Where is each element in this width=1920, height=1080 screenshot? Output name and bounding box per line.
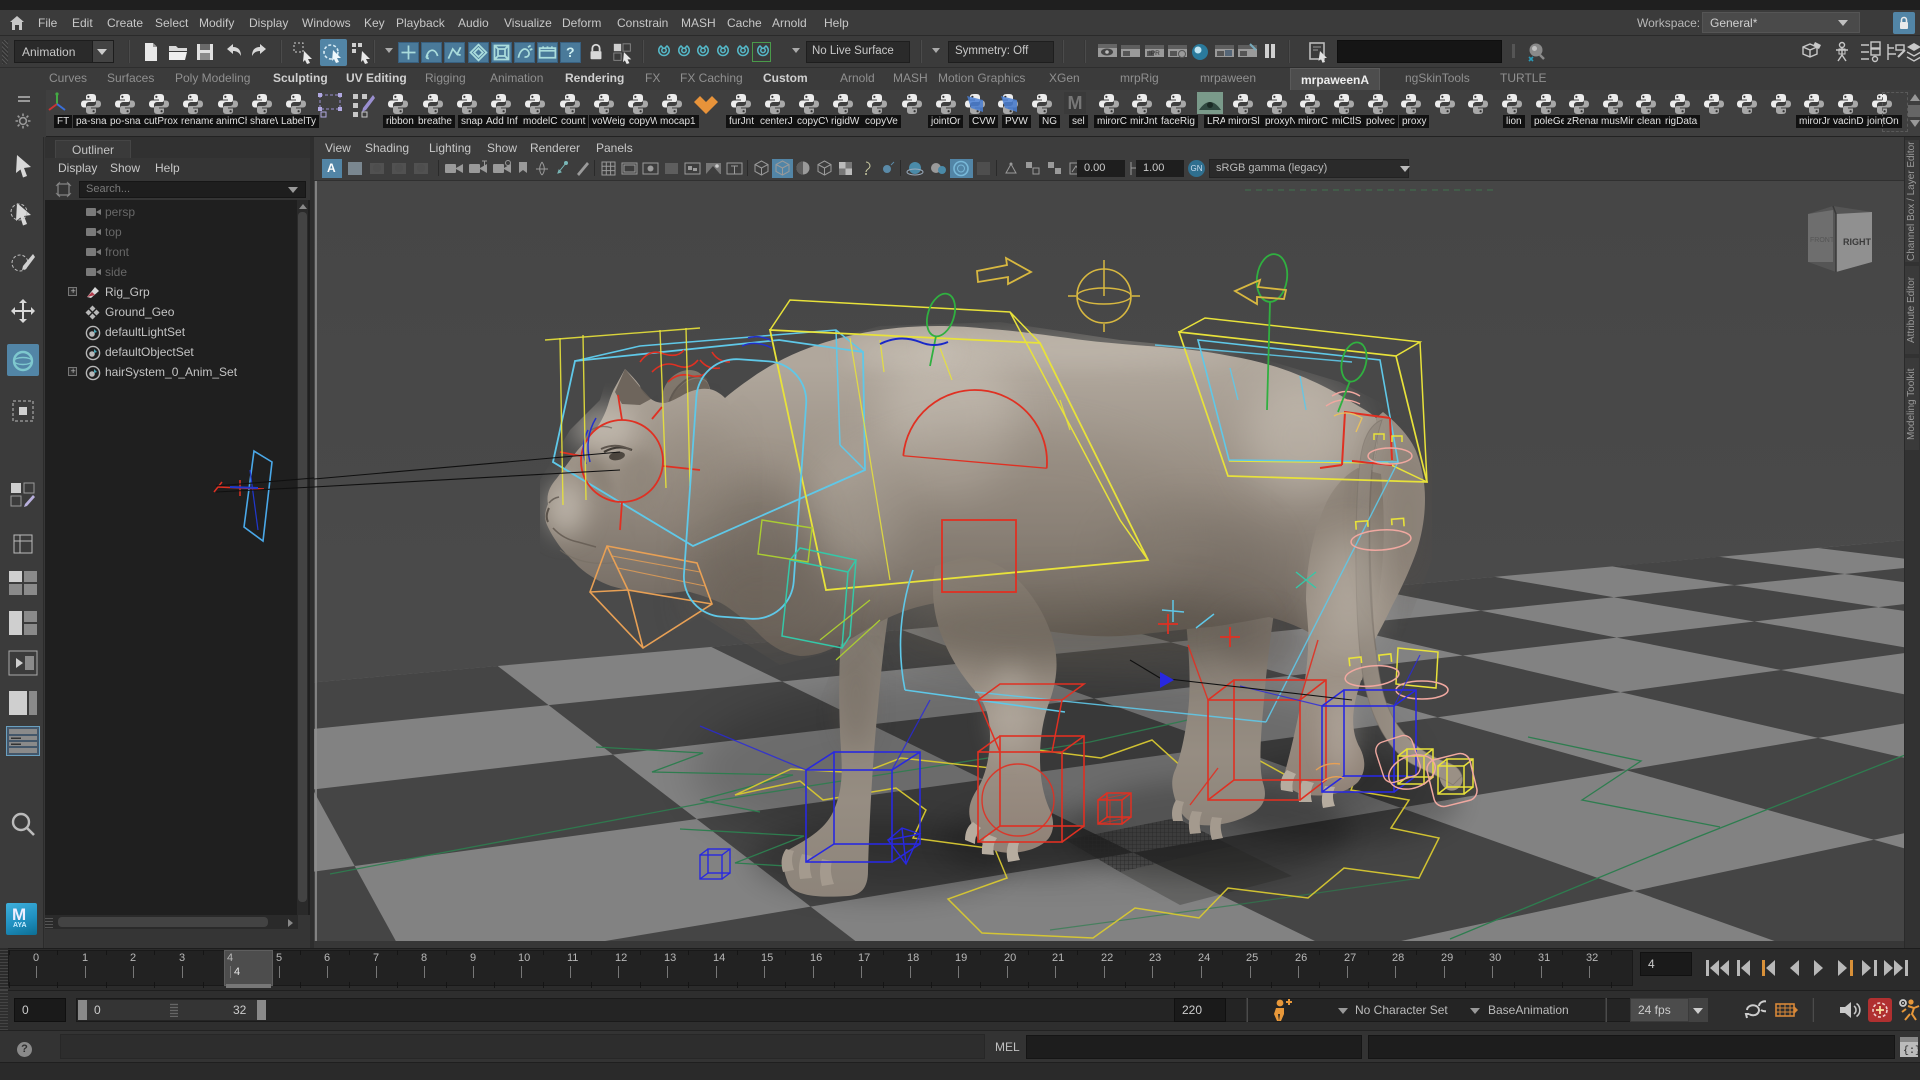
svg-text:FRONT: FRONT: [1810, 237, 1835, 244]
svg-text:IPR: IPR: [1149, 50, 1160, 57]
svg-text:{:}: {:}: [1903, 1045, 1919, 1057]
svg-text:RIGHT: RIGHT: [1843, 237, 1872, 247]
